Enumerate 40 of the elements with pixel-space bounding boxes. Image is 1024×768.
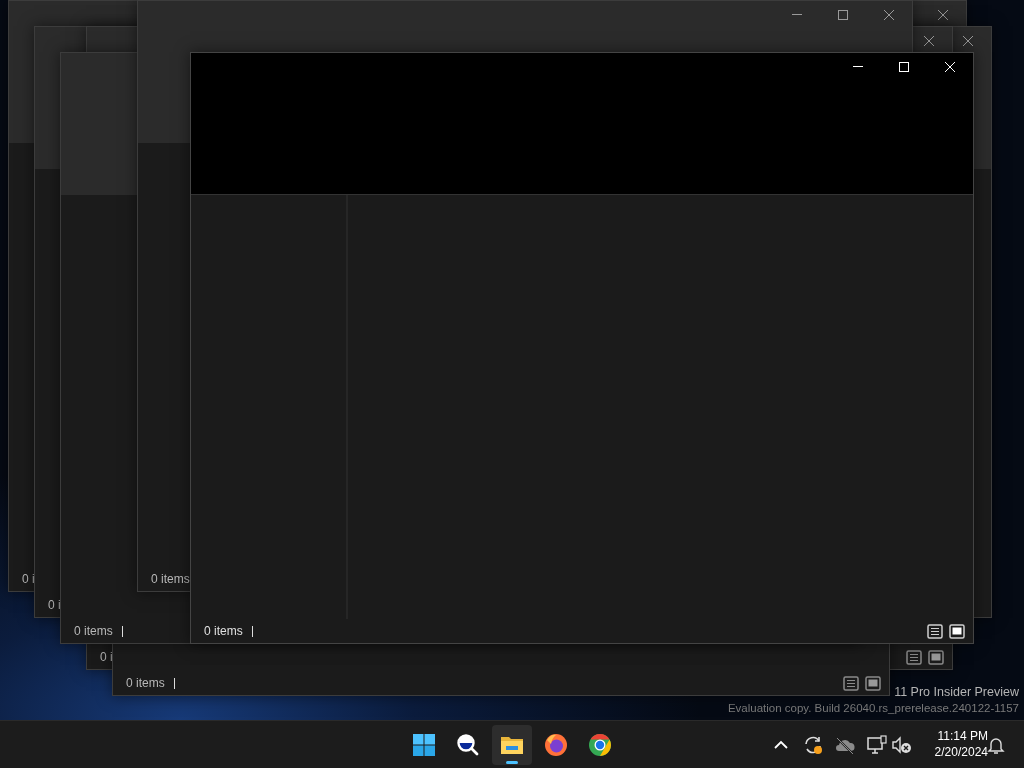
status-text: 0 items [74,623,113,640]
status-text: 0 i [48,597,61,614]
details-view-button[interactable] [926,622,944,640]
close-icon [883,9,895,21]
tiles-icon [928,649,944,665]
status-text: 0 i [100,649,113,666]
status-text: 0 items [204,623,243,640]
tiles-view-button[interactable] [864,674,882,692]
clock-time: 11:14 PM [936,728,988,744]
tray-button[interactable] [865,733,889,757]
clock-date: 2/20/2024 [933,744,988,760]
fox-globe-icon [543,732,569,758]
tiles-icon [865,675,881,691]
close-icon [944,61,956,73]
watermark-text: 11 Pro Insider Preview [894,685,1019,699]
circle-logo-icon [587,732,613,758]
details-view-button[interactable] [842,674,860,692]
close-icon [962,35,974,47]
status-text: 0 i [22,571,35,588]
tiles-icon [949,623,965,639]
tiles-view-button[interactable] [927,648,945,666]
search-icon [455,732,481,758]
monitor-plug-icon [865,733,889,757]
details-icon [927,623,943,639]
details-icon [906,649,922,665]
maximize-icon [837,9,849,21]
close-icon [937,9,949,21]
speaker-muted-icon [890,733,914,757]
tray-button[interactable] [890,733,914,757]
maximize-icon [898,61,910,73]
status-text: 0 items [151,571,190,588]
status-text: 0 items [126,675,165,692]
taskbar-button[interactable] [492,725,532,765]
clock[interactable]: 11:14 PM 2/20/2024 [922,728,988,760]
details-icon [843,675,859,691]
tiles-view-button[interactable] [948,622,966,640]
windows-logo-icon [411,732,437,758]
details-view-button[interactable] [905,648,923,666]
close-icon [923,35,935,47]
watermark-text: Evaluation copy. Build 26040.rs_prerelease.240122-1157 [727,701,1019,715]
